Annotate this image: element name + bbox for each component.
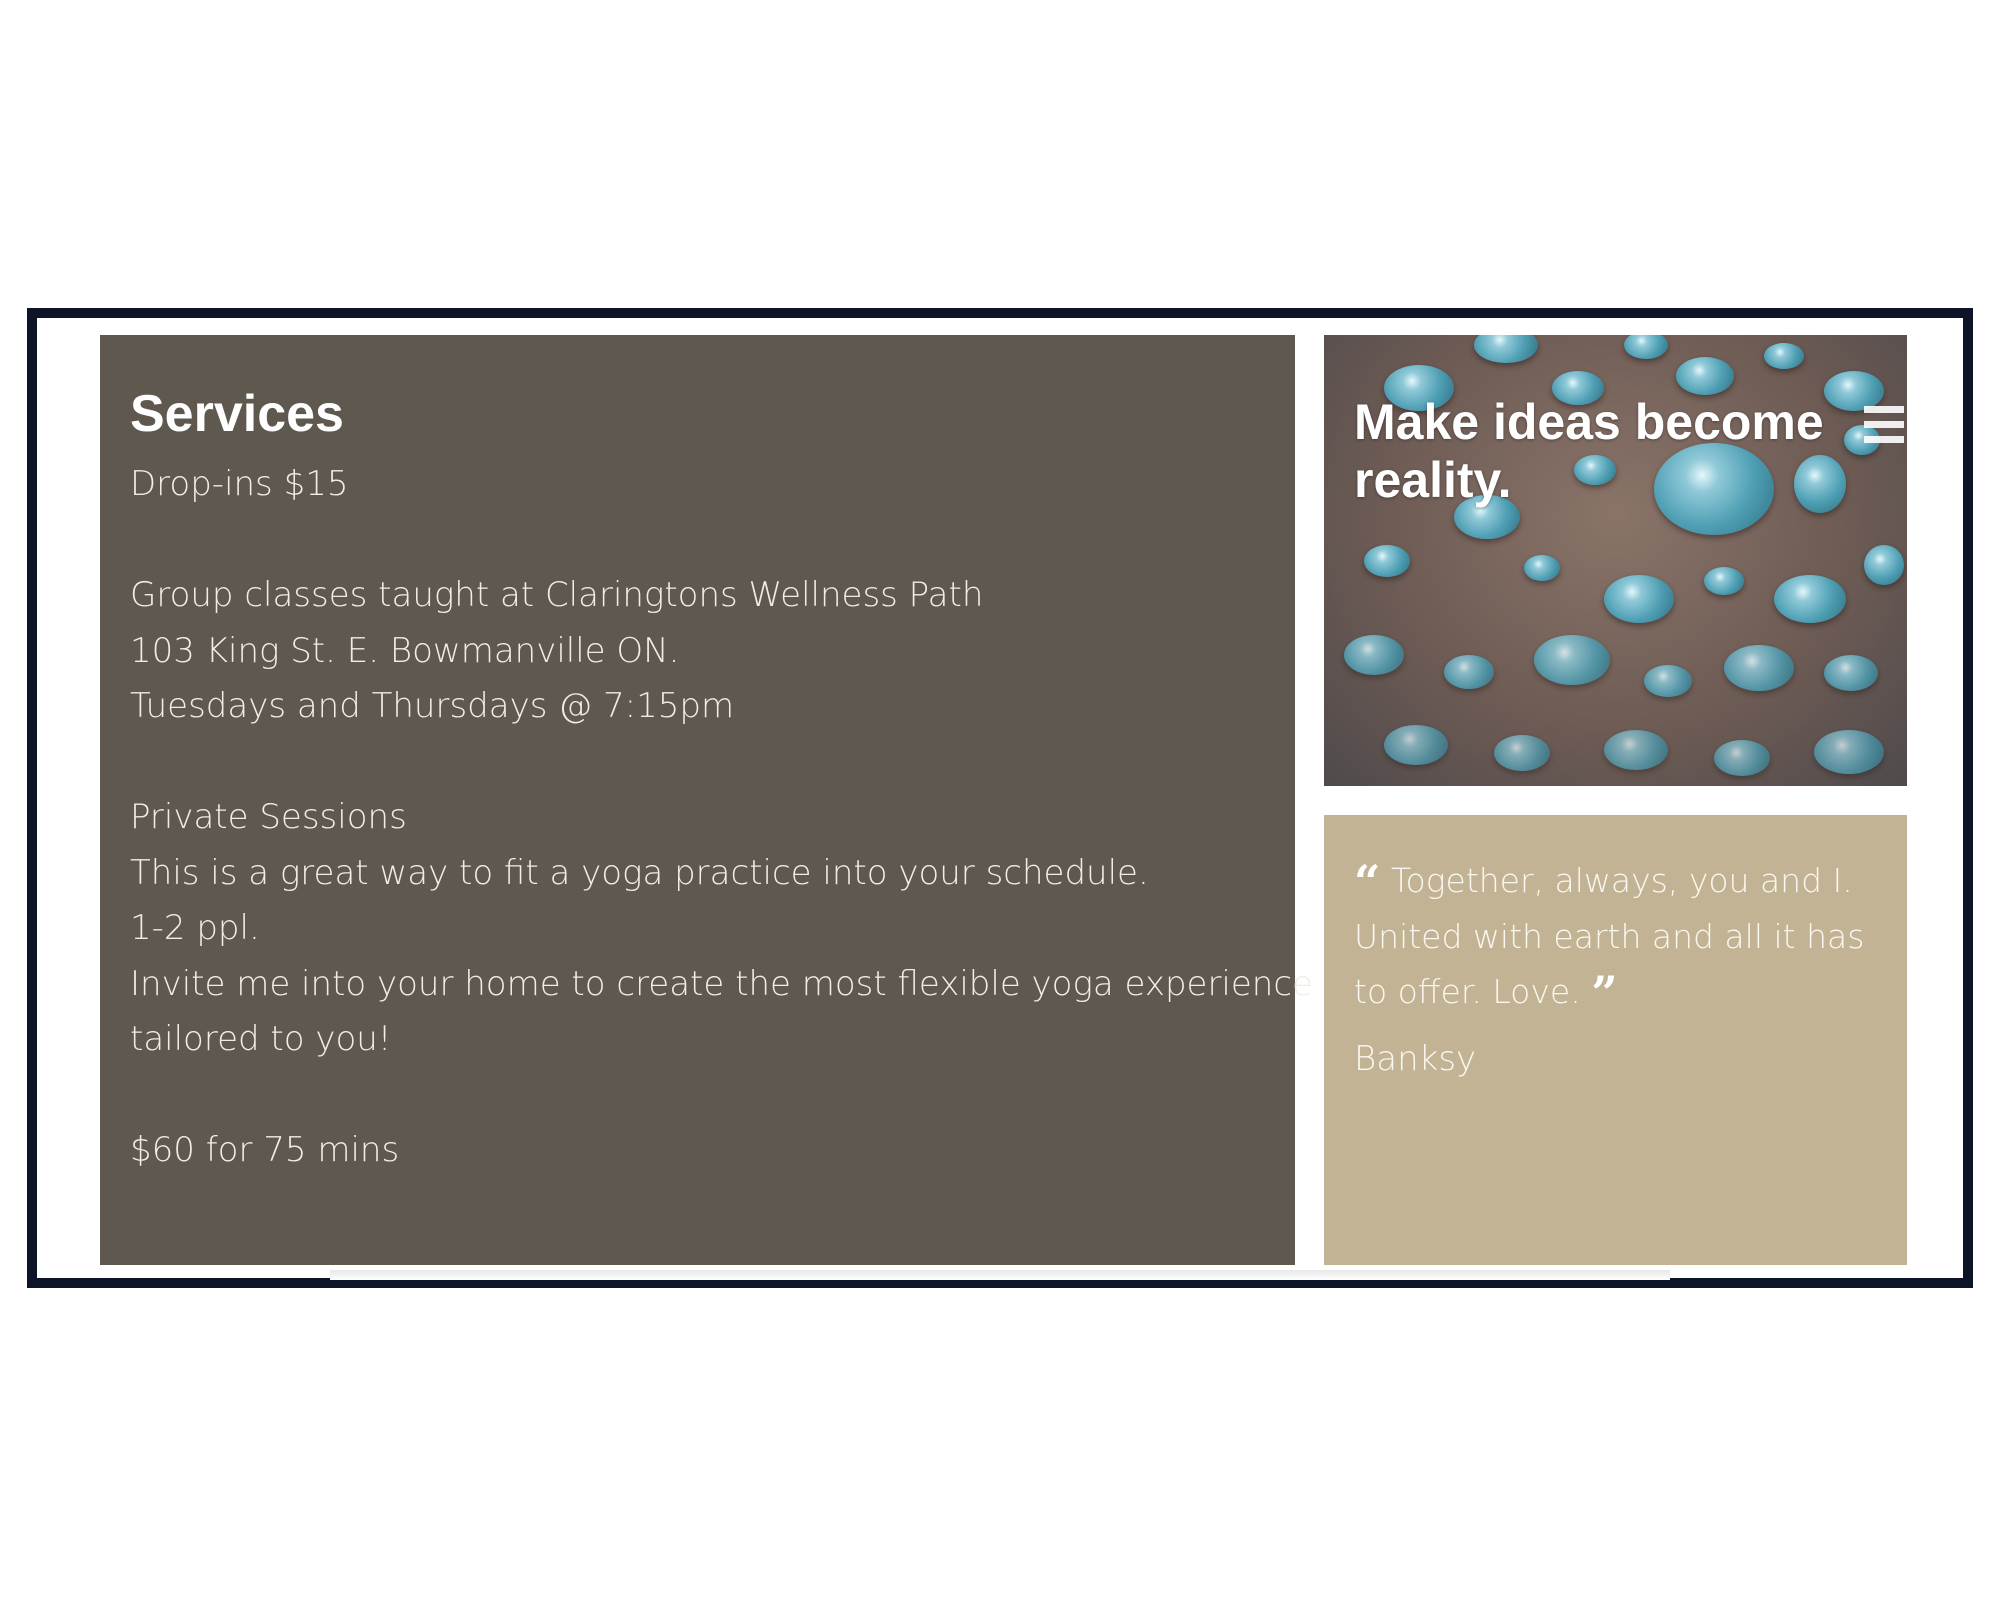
- panel-shadow: [330, 1270, 1670, 1280]
- testimonial-quote: “ Together, always, you and I. United wi…: [1354, 853, 1879, 1020]
- services-panel: Services Drop-ins $15 Group classes taug…: [100, 335, 1313, 1265]
- services-line: tailored to you!: [130, 1019, 392, 1059]
- quote-open-icon: “: [1354, 855, 1381, 909]
- services-line: Tuesdays and Thursdays @ 7:15pm: [130, 686, 735, 726]
- services-line: Private Sessions: [130, 797, 407, 837]
- services-title: Services: [130, 385, 344, 443]
- services-line: [130, 513, 1265, 569]
- services-line: [130, 1068, 1265, 1124]
- services-line: 103 King St. E. Bowmanville ON.: [130, 630, 680, 671]
- services-line: This is a great way to fit a yoga practi…: [130, 852, 1149, 893]
- services-line: [130, 735, 1265, 791]
- quote-close-icon: ”: [1591, 966, 1618, 1020]
- services-line: Group classes taught at Claringtons Well…: [130, 575, 984, 615]
- testimonial-tile: “ Together, always, you and I. United wi…: [1324, 815, 1907, 1265]
- feature-heading: Make ideas become reality.: [1354, 394, 1824, 508]
- services-line: $60 for 75 mins: [130, 1130, 400, 1170]
- services-body: Drop-ins $15 Group classes taught at Cla…: [130, 457, 1313, 1179]
- services-line: 1-2 ppl.: [130, 908, 260, 948]
- feature-image-tile: Make ideas become reality.: [1324, 335, 1907, 786]
- hamburger-menu-icon[interactable]: [1864, 404, 1904, 446]
- quote-author: Banksy: [1354, 1038, 1477, 1079]
- services-line: Invite me into your home to create the m…: [130, 963, 1313, 1004]
- services-line: Drop-ins $15: [130, 464, 349, 504]
